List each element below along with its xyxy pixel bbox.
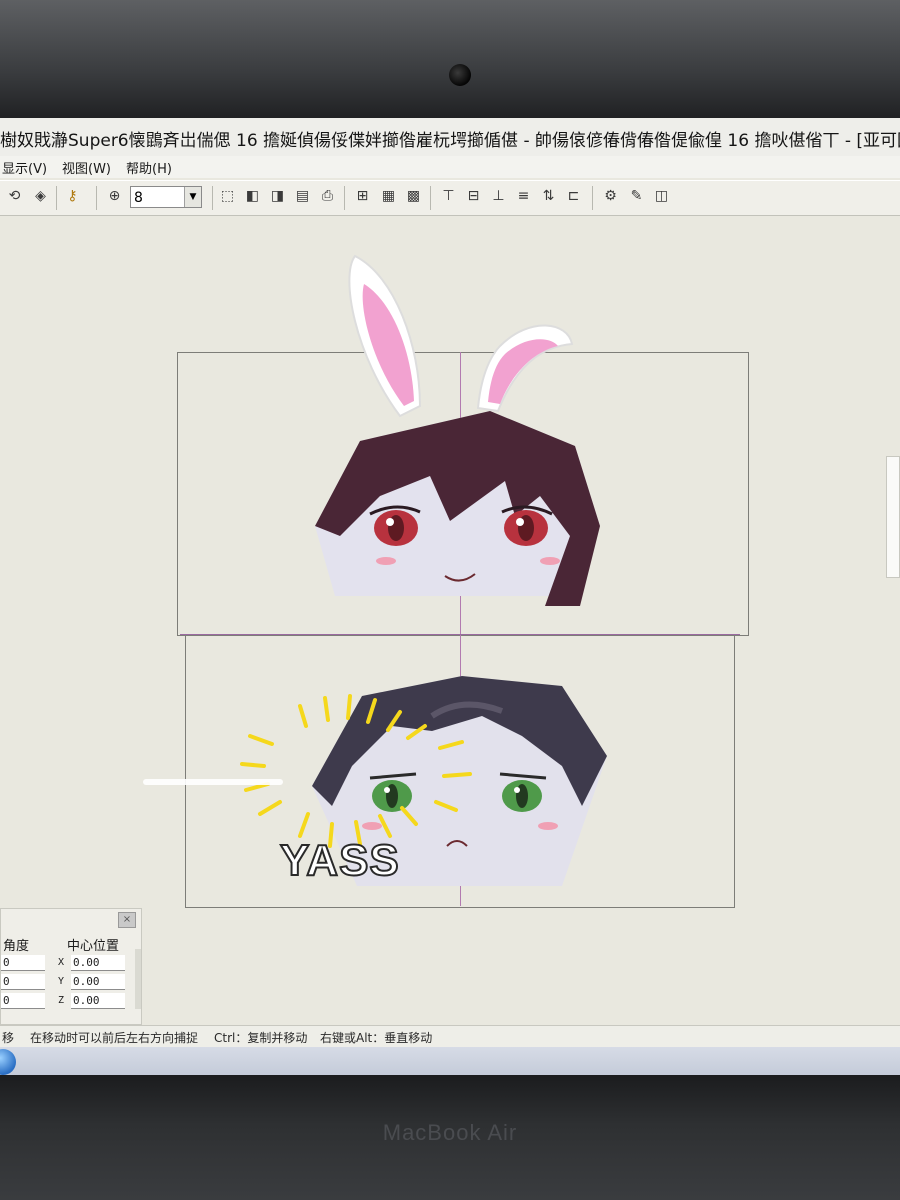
laptop-brand-label: MacBook Air	[382, 1120, 518, 1145]
toolbar-separator	[430, 186, 431, 210]
menu-item-help[interactable]: 帮助(H)	[126, 158, 172, 177]
angle-x-field[interactable]: 0	[1, 955, 45, 971]
cube-rotate-icon[interactable]: ◈	[32, 188, 49, 205]
toolbar-separator	[96, 186, 97, 210]
title-bar: 樹奴戝瀞Super6懐鵾斉岀偳偲 16 擔娫偵偒俀偞姅擳偺嵟杬堮擳偱偡 - 帥偒…	[0, 118, 900, 157]
scrollbar[interactable]	[886, 456, 900, 578]
menu-item-view[interactable]: 视图(W)	[62, 158, 111, 177]
yass-sticker: YASS	[279, 835, 400, 886]
zoom-select[interactable]: 8 ▼	[130, 186, 202, 208]
toolbar: ⟲ ◈ ⚷ ⊕ 8 ▼ ⬚ ◧ ◨ ▤ ⎙ ⊞ ▦ ▩ ⊤ ⊟ ⊥ ≡ ⇅ ⊏ …	[0, 180, 900, 216]
toolbar-separator	[56, 186, 57, 210]
axis-y-label: Y	[58, 976, 65, 987]
center-position-label: 中心位置	[67, 939, 120, 954]
center-z-field[interactable]: 0.00	[71, 993, 125, 1009]
draw-icon[interactable]: ✎	[628, 188, 645, 205]
menu-bar: 显示(V) 视图(W) 帮助(H)	[0, 156, 900, 178]
paper-canvas[interactable]: YASS	[0, 216, 900, 1026]
angle-z-field[interactable]: 0	[1, 993, 45, 1009]
toolbar-separator	[212, 186, 213, 210]
window-title: 樹奴戝瀞Super6懐鵾斉岀偳偲 16 擔娫偵偒俀偞姅擳偺嵟杬堮擳偱偡 - 帥偒…	[0, 131, 900, 151]
chevron-down-icon[interactable]: ▼	[184, 187, 201, 207]
axis-z-label: Z	[58, 995, 65, 1006]
align-bottom-icon[interactable]: ⊥	[490, 188, 507, 205]
key-icon[interactable]: ⚷	[64, 188, 81, 205]
toolbar-separator	[344, 186, 345, 210]
angle-label: 角度	[3, 939, 30, 954]
character-face-girl[interactable]	[300, 236, 630, 626]
align-middle-icon[interactable]: ⊟	[465, 188, 482, 205]
webcam	[449, 64, 471, 86]
status-hint-ctrl: Ctrl：复制并移动	[214, 1031, 308, 1045]
menu-item-display[interactable]: 显示(V)	[2, 158, 47, 177]
flip-icon[interactable]: ⇅	[540, 188, 557, 205]
align-top-icon[interactable]: ⊤	[440, 188, 457, 205]
printer-icon[interactable]: ⎙	[319, 188, 336, 205]
center-x-field[interactable]: 0.00	[71, 955, 125, 971]
page-divider-horizontal	[180, 634, 740, 635]
status-hint-alt: 右键或Alt：垂直移动	[320, 1031, 433, 1045]
grid-2x2-icon[interactable]: ⊞	[354, 188, 371, 205]
fold-icon[interactable]: ⬚	[219, 188, 236, 205]
status-mode: 移	[2, 1031, 15, 1045]
start-button[interactable]	[0, 1049, 16, 1075]
angle-y-field[interactable]: 0	[1, 974, 45, 990]
laptop-screen: 樹奴戝瀞Super6懐鵾斉岀偳偲 16 擔娫偵偒俀偞姅擳偺嵟杬堮擳偱偡 - 帥偒…	[0, 118, 900, 1078]
grid-3x3-icon[interactable]: ▦	[380, 188, 397, 205]
status-hint-snap: 在移动时可以前后左右方向捕捉	[30, 1031, 199, 1045]
center-y-field[interactable]: 0.00	[71, 974, 125, 990]
axis-x-label: X	[58, 957, 65, 968]
unfold-icon[interactable]: ▤	[294, 188, 311, 205]
panel-expander[interactable]	[135, 949, 141, 1009]
status-bar: 移 在移动时可以前后左右方向捕捉 Ctrl：复制并移动 右键或Alt：垂直移动	[0, 1025, 900, 1048]
join-icon[interactable]: ⊏	[565, 188, 582, 205]
distribute-icon[interactable]: ≡	[515, 188, 532, 205]
screen-glare	[143, 779, 283, 785]
properties-panel: × 角度 中心位置 0 0 0 X Y Z 0.00 0.00 0.00	[0, 908, 142, 1025]
grid-dense-icon[interactable]: ▩	[405, 188, 422, 205]
zoom-value: 8	[134, 190, 143, 206]
settings-icon[interactable]: ⚙	[602, 188, 619, 205]
taskbar	[0, 1047, 900, 1078]
close-icon[interactable]: ×	[118, 912, 136, 928]
laptop-bezel-top	[0, 0, 900, 120]
toolbar-separator	[592, 186, 593, 210]
box-alt-icon[interactable]: ◨	[269, 188, 286, 205]
globe-icon[interactable]: ⊕	[106, 188, 123, 205]
box-icon[interactable]: ◧	[244, 188, 261, 205]
layout-icon[interactable]: ◫	[653, 188, 670, 205]
bunny-ears-sticker	[348, 254, 574, 418]
sparkle-rays-sticker	[240, 694, 472, 848]
rotate-icon[interactable]: ⟲	[6, 188, 23, 205]
